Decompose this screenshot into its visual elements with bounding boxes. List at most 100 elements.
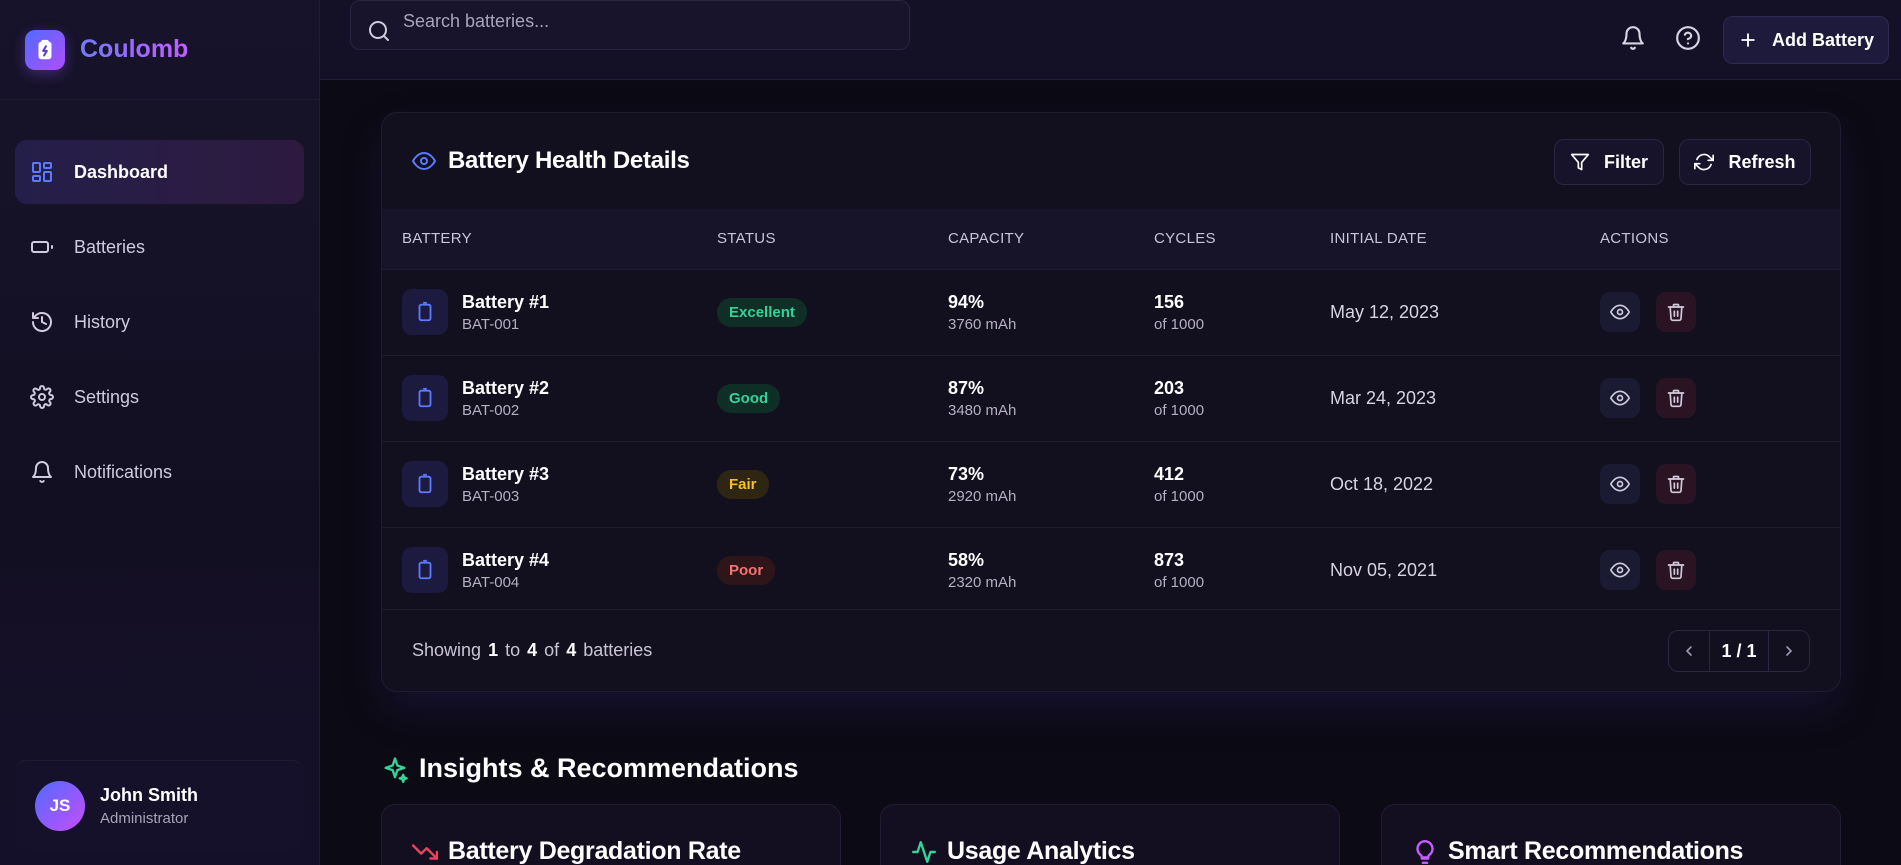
battery-logo-icon [25,29,65,70]
insight-card-degradation[interactable]: Battery Degradation Rate [381,804,841,865]
status-badge: Excellent [717,297,807,327]
trash-icon [1667,561,1685,580]
column-header-cycles[interactable]: CYCLES [1154,209,1330,269]
capacity-mah: 2320 mAh [948,573,1017,591]
refresh-label: Refresh [1728,151,1796,172]
filter-button[interactable]: Filter [1554,139,1664,185]
battery-code: BAT-004 [462,573,520,591]
capacity-mah: 3760 mAh [948,315,1017,333]
battery-health-card: Battery Health Details Filter Refresh BA… [381,112,1841,692]
brand[interactable]: Coulomb [0,0,319,100]
capacity-mah: 2920 mAh [948,487,1017,505]
delete-button[interactable] [1656,378,1696,418]
user-profile[interactable]: JS John Smith Administrator [15,760,304,850]
next-page-button[interactable] [1769,631,1809,671]
refresh-button[interactable]: Refresh [1679,139,1811,185]
pagination-summary: Showing 1 to 4 of 4 batteries [412,640,653,660]
capacity-percent: 58% [948,549,985,570]
refresh-icon [1694,153,1715,171]
filter-icon [1570,153,1590,171]
column-header-battery[interactable]: BATTERY [382,209,717,269]
plus-icon [1741,33,1755,47]
insight-card-usage[interactable]: Usage Analytics [880,804,1340,865]
battery-table: BATTERY STATUS CAPACITY CYCLES INITIAL D… [382,209,1840,613]
battery-icon [402,547,448,594]
pagination: 1 / 1 [1668,630,1810,672]
cycle-count: 873 [1154,549,1185,570]
insights-heading: Insights & Recommendations [381,753,799,784]
initial-date: Nov 05, 2021 [1330,559,1438,580]
sidebar-item-notifications[interactable]: Notifications [15,440,304,504]
cycle-count: 156 [1154,291,1185,312]
user-name: John Smith [100,784,198,805]
sidebar-item-settings[interactable]: Settings [15,365,304,429]
avatar: JS [35,780,85,831]
column-header-initial-date[interactable]: INITIAL DATE [1330,209,1600,269]
battery-code: BAT-001 [462,315,520,333]
view-button[interactable] [1600,550,1640,591]
battery-icon [402,289,448,335]
search-input[interactable] [403,10,883,32]
battery-icon [31,241,53,253]
bell-icon [32,461,52,483]
sidebar-item-label: Settings [74,386,140,407]
eye-icon [1610,304,1630,320]
cycle-limit: of 1000 [1154,315,1205,333]
sidebar-item-label: Batteries [74,236,146,257]
delete-button[interactable] [1656,550,1696,591]
status-badge: Good [717,383,781,413]
trash-icon [1667,303,1685,322]
search-box [350,0,910,50]
dashboard-icon [32,162,52,182]
insight-card-title: Battery Degradation Rate [448,837,741,865]
initial-date: Oct 18, 2022 [1330,473,1434,494]
insight-card-title: Usage Analytics [947,837,1135,865]
delete-button[interactable] [1656,464,1696,504]
column-header-capacity[interactable]: CAPACITY [948,209,1154,269]
brand-name: Coulomb [80,35,189,63]
insight-card-title: Smart Recommendations [1448,837,1744,865]
sparkles-icon [384,756,408,783]
cycle-limit: of 1000 [1154,573,1205,591]
card-title: Battery Health Details [448,147,690,174]
prev-page-button[interactable] [1669,631,1709,671]
chevron-right-icon [1786,646,1793,656]
column-header-status[interactable]: STATUS [717,209,948,269]
battery-name: Battery #1 [462,291,550,312]
topbar: Add Battery [320,0,1901,80]
sidebar-item-dashboard[interactable]: Dashboard [15,140,304,204]
trash-icon [1667,389,1685,408]
sidebar-item-label: Notifications [74,461,173,482]
table-row[interactable]: Battery #4 BAT-004 Poor 58% 2320 mAh 873… [382,527,1840,613]
history-icon [32,312,52,332]
battery-code: BAT-002 [462,401,520,419]
status-badge: Fair [717,469,769,499]
view-button[interactable] [1600,464,1640,504]
bell-icon[interactable] [1620,25,1646,51]
initial-date: May 12, 2023 [1330,301,1440,322]
sidebar-item-label: History [74,311,131,332]
help-icon[interactable] [1675,25,1701,51]
delete-button[interactable] [1656,292,1696,332]
cycle-limit: of 1000 [1154,401,1205,419]
capacity-percent: 87% [948,377,985,398]
sidebar-item-label: Dashboard [74,161,169,182]
sidebar-item-batteries[interactable]: Batteries [15,215,304,279]
chevron-left-icon [1685,646,1692,656]
sidebar-item-history[interactable]: History [15,290,304,354]
lightbulb-icon [1416,839,1434,865]
table-row[interactable]: Battery #1 BAT-001 Excellent 94% 3760 mA… [382,269,1840,355]
eye-icon [1610,476,1630,492]
sidebar: Coulomb Dashboard Batteries History Sett… [0,0,320,865]
insight-card-recommendations[interactable]: Smart Recommendations [1381,804,1841,865]
table-row[interactable]: Battery #2 BAT-002 Good 87% 3480 mAh 203… [382,355,1840,441]
view-button[interactable] [1600,292,1640,332]
page-indicator: 1 / 1 [1709,631,1769,671]
initial-date: Mar 24, 2023 [1330,387,1437,408]
view-button[interactable] [1600,378,1640,418]
user-role: Administrator [100,809,189,827]
cycle-count: 412 [1154,463,1185,484]
add-battery-button[interactable]: Add Battery [1723,16,1889,64]
trash-icon [1667,475,1685,494]
table-row[interactable]: Battery #3 BAT-003 Fair 73% 2920 mAh 412… [382,441,1840,527]
